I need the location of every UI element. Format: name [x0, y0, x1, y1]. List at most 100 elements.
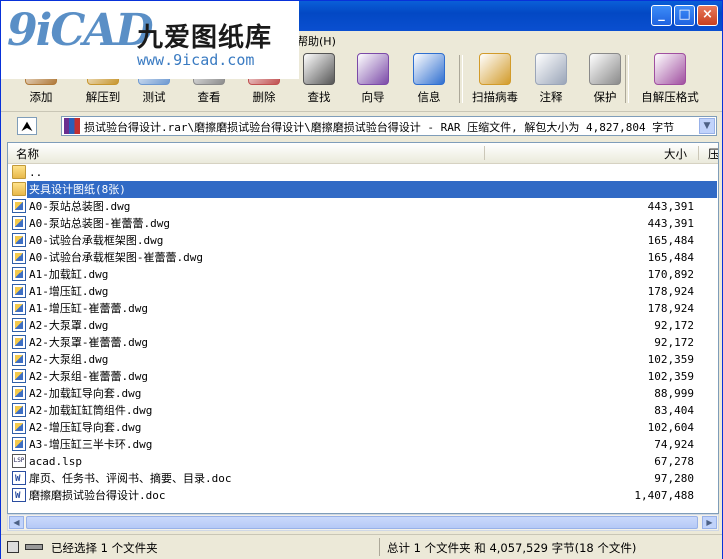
table-row[interactable]: .. [8, 164, 718, 181]
lsp-file-icon: LSP [12, 454, 26, 468]
file-size: 178,924 [647, 285, 694, 298]
file-name: A3-增压缸三半卡环.dwg [29, 438, 153, 451]
protect-label: 保护 [593, 90, 617, 104]
up-folder-button[interactable]: ⮝ [17, 117, 37, 135]
logo-title: 九爱图纸库 [137, 23, 273, 53]
sfx-button[interactable]: 自解压格式 [637, 51, 703, 109]
chevron-down-icon[interactable]: ▼ [699, 118, 715, 134]
table-row[interactable]: A1-增压缸.dwg 178,924 [8, 283, 718, 300]
table-row[interactable]: 扉页、任务书、评阅书、摘要、目录.doc 97,280 [8, 470, 718, 488]
file-size: 67,278 [654, 455, 694, 468]
minimize-button[interactable]: _ [651, 5, 672, 26]
table-row[interactable]: A0-试验台承载框架图.dwg 165,484 [8, 232, 718, 249]
selection-highlight [27, 181, 717, 198]
toolbar-separator [625, 55, 629, 103]
table-row[interactable]: A2-大泵罩.dwg 92,172 [8, 317, 718, 334]
drive-icon [7, 541, 19, 553]
file-name: A0-试验台承载框架图-崔蕾蕾.dwg [29, 251, 203, 264]
table-row[interactable]: A0-试验台承载框架图-崔蕾蕾.dwg 165,484 [8, 249, 718, 266]
dwg-file-icon [12, 216, 26, 230]
file-name: A2-大泵罩.dwg [29, 319, 109, 332]
info-button[interactable]: 信息 [403, 51, 455, 109]
file-name: A1-加载缸.dwg [29, 268, 109, 281]
file-name: A2-增压缸导向套.dwg [29, 421, 142, 434]
table-row[interactable]: A3-增压缸三半卡环.dwg 74,924 [8, 436, 718, 453]
comment-button[interactable]: 注释 [529, 51, 573, 109]
table-row[interactable]: A2-增压缸导向套.dwg 102,604 [8, 419, 718, 436]
table-row[interactable]: A2-大泵组-崔蕾蕾.dwg 102,359 [8, 368, 718, 385]
table-row[interactable]: A0-泵站总装图.dwg 443,391 [8, 198, 718, 215]
info-label: 信息 [417, 90, 441, 104]
dwg-file-icon [12, 437, 26, 451]
file-name: 磨擦磨损试验台得设计.doc [29, 489, 166, 502]
dwg-file-icon [12, 233, 26, 247]
table-row[interactable]: A2-大泵罩-崔蕾蕾.dwg 92,172 [8, 334, 718, 351]
table-row[interactable]: A2-大泵组.dwg 102,359 [8, 351, 718, 368]
file-list[interactable]: 名称 大小 压 .. 夹具设计图纸(8张) A0-泵站总装图.dwg 443,391 A… [7, 142, 719, 514]
sfx-icon [654, 53, 686, 85]
wizard-label: 向导 [361, 90, 385, 104]
file-size: 92,172 [654, 319, 694, 332]
file-size: 102,359 [647, 353, 694, 366]
file-name: A2-加载缸导向套.dwg [29, 387, 142, 400]
dwg-file-icon [12, 318, 26, 332]
file-name: A1-增压缸.dwg [29, 285, 109, 298]
watermark-logo: 9iCAD 九爱图纸库 www.9icad.com [1, 1, 299, 79]
file-name: A2-加载缸缸筒组件.dwg [29, 404, 153, 417]
file-size: 1,407,488 [634, 489, 694, 502]
file-size: 443,391 [647, 200, 694, 213]
scroll-right-icon[interactable]: ▶ [702, 516, 717, 529]
table-row[interactable]: A1-增压缸-崔蕾蕾.dwg 178,924 [8, 300, 718, 317]
dwg-file-icon [12, 250, 26, 264]
dwg-file-icon [12, 386, 26, 400]
column-divider[interactable] [484, 146, 485, 160]
file-name: acad.lsp [29, 455, 82, 468]
column-divider[interactable] [698, 146, 699, 160]
wizard-button[interactable]: 向导 [347, 51, 399, 109]
column-size[interactable]: 大小 [664, 146, 687, 162]
table-row[interactable]: LSP acad.lsp 67,278 [8, 453, 718, 470]
file-name: A0-试验台承载框架图.dwg [29, 234, 164, 247]
address-bar: ⮝ 损试验台得设计.rar\磨擦磨损试验台得设计\磨擦磨损试验台得设计 - RA… [1, 113, 722, 139]
logo-url: www.9icad.com [137, 51, 255, 69]
file-size: 97,280 [654, 472, 694, 485]
dwg-file-icon [12, 352, 26, 366]
toolbar-separator [459, 55, 463, 103]
dwg-file-icon [12, 369, 26, 383]
dwg-file-icon [12, 284, 26, 298]
find-button[interactable]: 查找 [297, 51, 341, 109]
dwg-file-icon [12, 335, 26, 349]
file-size: 102,359 [647, 370, 694, 383]
column-name[interactable]: 名称 [16, 146, 39, 162]
file-name: A2-大泵罩-崔蕾蕾.dwg [29, 336, 148, 349]
find-label: 查找 [307, 90, 331, 104]
file-size: 178,924 [647, 302, 694, 315]
protect-icon [589, 53, 621, 85]
table-row[interactable]: A0-泵站总装图-崔蕾蕾.dwg 443,391 [8, 215, 718, 232]
view-label: 查看 [197, 90, 221, 104]
table-row[interactable]: A2-加载缸导向套.dwg 88,999 [8, 385, 718, 402]
table-row[interactable]: 夹具设计图纸(8张) [8, 181, 718, 198]
table-row[interactable]: 磨擦磨损试验台得设计.doc 1,407,488 [8, 487, 718, 505]
scroll-left-icon[interactable]: ◀ [9, 516, 24, 529]
total-status: 总计 1 个文件夹 和 4,057,529 字节(18 个文件) [387, 541, 637, 555]
file-name: .. [29, 166, 43, 179]
info-icon [413, 53, 445, 85]
protect-button[interactable]: 保护 [585, 51, 625, 109]
maximize-button[interactable]: □ [674, 5, 695, 26]
path-combobox[interactable]: 损试验台得设计.rar\磨擦磨损试验台得设计\磨擦磨损试验台得设计 - RAR … [61, 116, 717, 136]
scrollbar-thumb[interactable] [26, 516, 698, 529]
table-row[interactable]: A2-加载缸缸筒组件.dwg 83,404 [8, 402, 718, 419]
menu-help[interactable]: 帮助(H) [297, 33, 336, 49]
close-button[interactable]: × [697, 5, 718, 26]
horizontal-scrollbar[interactable]: ◀ ▶ [7, 514, 719, 531]
status-divider [379, 538, 380, 556]
table-row[interactable]: A1-加载缸.dwg 170,892 [8, 266, 718, 283]
comment-icon [535, 53, 567, 85]
file-size: 83,404 [654, 404, 694, 417]
scan-button[interactable]: 扫描病毒 [467, 51, 523, 109]
column-packed[interactable]: 压 [708, 146, 718, 162]
delete-label: 删除 [252, 90, 276, 104]
sfx-label: 自解压格式 [641, 90, 699, 104]
comment-label: 注释 [539, 90, 563, 104]
